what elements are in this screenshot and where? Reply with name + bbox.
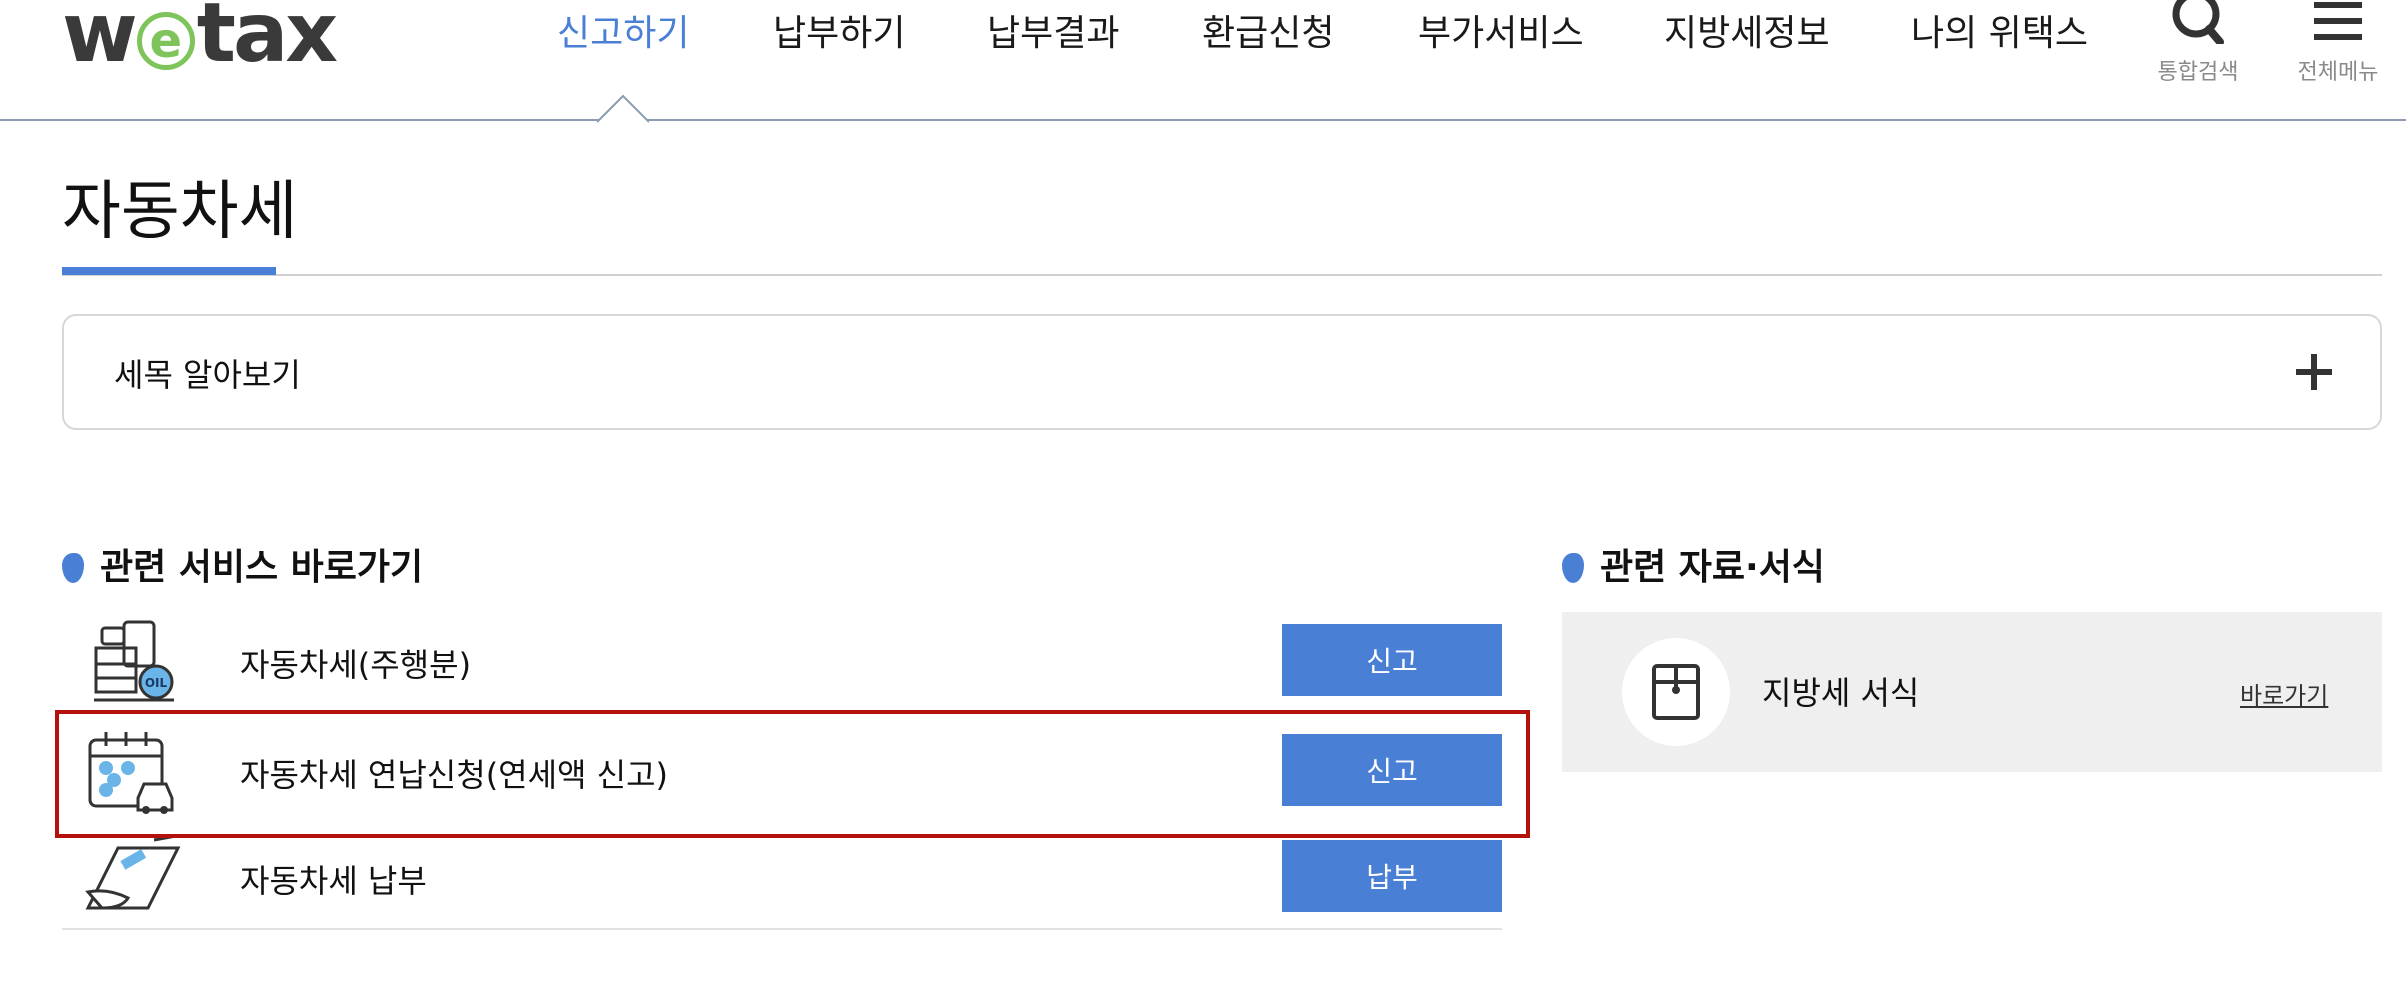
search-icon	[2172, 0, 2224, 46]
document-envelope-icon	[1652, 664, 1700, 720]
resource-icon-circle	[1622, 638, 1730, 746]
card-payment-icon	[85, 834, 181, 910]
report-button[interactable]: 신고	[1282, 624, 1502, 696]
services-heading: 관련 서비스 바로가기	[62, 544, 423, 592]
search-label: 통합검색	[2157, 60, 2239, 85]
menu-label: 전체메뉴	[2297, 60, 2379, 85]
accordion-label: 세목 알아보기	[114, 356, 301, 394]
pay-button[interactable]: 납부	[1282, 840, 1502, 912]
logo-text-tax: tax	[196, 0, 338, 81]
nav-item-report[interactable]: 신고하기	[557, 8, 689, 60]
highlight-box	[55, 710, 1530, 838]
resources-panel: 지방세 서식 바로가기	[1562, 612, 2382, 772]
full-menu-button[interactable]: 전체메뉴	[2278, 0, 2398, 86]
nav-item-pay-result[interactable]: 납부결과	[987, 8, 1119, 60]
site-header: w e tax 신고하기 납부하기 납부결과 환급신청 부가서비스 지방세정보 나의…	[0, 0, 2406, 123]
title-divider	[62, 274, 2382, 276]
nav-item-pay[interactable]: 납부하기	[773, 8, 905, 60]
oil-tank-icon: OIL	[94, 620, 174, 702]
active-nav-caret-icon	[597, 94, 649, 123]
nav-item-my-wetax[interactable]: 나의 위택스	[1911, 8, 2088, 60]
service-row-payment: 자동차세 납부 납부	[62, 826, 1502, 932]
shortcut-link[interactable]: 바로가기	[2240, 676, 2328, 711]
service-row-mileage-tax: OIL 자동차세(주행분) 신고	[62, 610, 1502, 716]
resources-heading-text: 관련 자료·서식	[1600, 547, 1825, 588]
nav-item-extra-services[interactable]: 부가서비스	[1418, 8, 1584, 60]
hamburger-icon	[2314, 2, 2362, 40]
integrated-search-button[interactable]: 통합검색	[2138, 0, 2258, 86]
service-label: 자동차세 납부	[240, 862, 427, 900]
logo-text-w: w	[62, 0, 138, 81]
nav-item-refund[interactable]: 환급신청	[1202, 8, 1334, 60]
plus-icon[interactable]	[2296, 354, 2332, 390]
page-title: 자동차세	[62, 175, 298, 249]
tax-info-accordion[interactable]: 세목 알아보기	[62, 314, 2382, 430]
service-list-divider	[62, 928, 1502, 930]
resources-heading: 관련 자료·서식	[1562, 544, 1825, 592]
section-bullet-icon	[62, 553, 84, 583]
svg-text:OIL: OIL	[145, 676, 168, 690]
resource-label: 지방세 서식	[1762, 674, 1920, 712]
logo-e-circle: e	[136, 12, 195, 70]
wetax-logo[interactable]: w e tax	[62, 0, 338, 75]
section-bullet-icon	[1562, 553, 1584, 583]
nav-item-local-tax-info[interactable]: 지방세정보	[1664, 8, 1830, 60]
service-label: 자동차세(주행분)	[240, 646, 472, 684]
services-heading-text: 관련 서비스 바로가기	[100, 547, 424, 588]
title-underline	[62, 267, 276, 275]
